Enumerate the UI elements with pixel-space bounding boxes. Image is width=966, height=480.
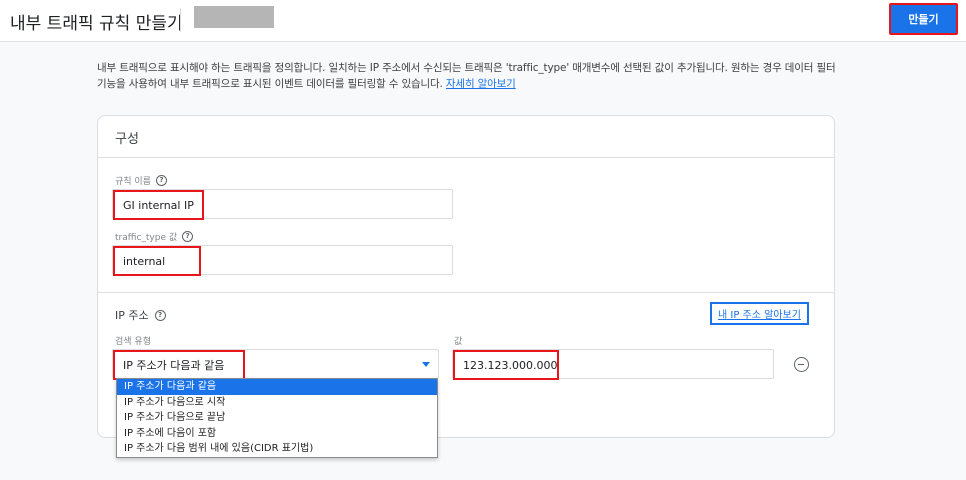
top-bar: 내부 트래픽 규칙 만들기 만들기	[0, 0, 966, 42]
traffic-type-label-text: traffic_type 값	[115, 233, 178, 243]
rule-name-label: 규칙 이름 ?	[115, 174, 167, 187]
ip-value-label: 값	[454, 337, 463, 347]
learn-more-link[interactable]: 자세히 알아보기	[446, 78, 516, 90]
card-title: 구성	[115, 132, 139, 147]
traffic-type-value: internal	[113, 246, 201, 276]
dropdown-option[interactable]: IP 주소가 다음으로 끝남	[117, 410, 437, 426]
match-type-select[interactable]: IP 주소가 다음과 같음	[112, 349, 439, 380]
ip-section-title-text: IP 주소	[115, 309, 149, 322]
match-type-dropdown-menu: IP 주소가 다음과 같음 IP 주소가 다음으로 시작 IP 주소가 다음으로…	[116, 378, 438, 458]
rule-name-input[interactable]: GI internal IP	[112, 189, 453, 220]
help-icon[interactable]: ?	[154, 309, 166, 321]
help-icon[interactable]: ?	[155, 175, 167, 186]
redacted-property-name	[194, 6, 274, 28]
section-divider	[98, 292, 834, 293]
ip-value-input[interactable]: 123.123.000.000	[452, 349, 774, 380]
page-title: 내부 트래픽 규칙 만들기	[10, 14, 183, 34]
dropdown-option[interactable]: IP 주소가 다음과 같음	[117, 379, 437, 395]
traffic-type-input[interactable]: internal	[112, 245, 453, 276]
title-divider	[180, 8, 181, 32]
match-type-value: IP 주소가 다음과 같음	[113, 350, 245, 380]
dropdown-option[interactable]: IP 주소에 다음이 포함	[117, 426, 437, 442]
ip-section-title: IP 주소 ?	[115, 307, 166, 323]
rule-name-value: GI internal IP	[113, 190, 204, 220]
rule-name-label-text: 규칙 이름	[115, 177, 151, 187]
traffic-type-label: traffic_type 값 ?	[115, 230, 194, 243]
dropdown-option[interactable]: IP 주소가 다음 범위 내에 있음(CIDR 표기법)	[117, 441, 437, 457]
create-button[interactable]: 만들기	[889, 3, 958, 35]
remove-circle-icon[interactable]	[794, 357, 809, 372]
ip-value: 123.123.000.000	[453, 350, 559, 380]
dropdown-option[interactable]: IP 주소가 다음으로 시작	[117, 395, 437, 411]
dropdown-arrow-icon	[422, 362, 430, 367]
help-icon[interactable]: ?	[182, 231, 194, 242]
card-header: 구성	[98, 116, 834, 158]
match-type-label: 검색 유형	[115, 337, 151, 347]
find-my-ip-link[interactable]: 내 IP 주소 알아보기	[710, 302, 809, 325]
description: 내부 트래픽으로 표시해야 하는 트래픽을 정의합니다. 일치하는 IP 주소에…	[97, 60, 837, 92]
